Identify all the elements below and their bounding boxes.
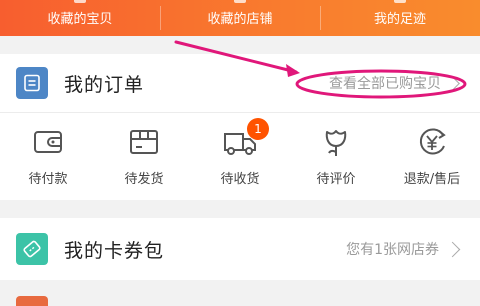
tab-label: 我的足迹 — [373, 12, 426, 27]
order-status-label: 待评价 — [316, 172, 356, 187]
orders-header[interactable]: 我的订单 查看全部已购宝贝 — [0, 54, 480, 113]
order-status-pending-shipment[interactable]: 待发货 — [96, 113, 192, 201]
flower-icon — [319, 126, 353, 158]
ticket-icon — [16, 233, 48, 265]
coupons-row[interactable]: 我的卡券包 您有1张网店券 — [0, 218, 480, 280]
order-status-label: 退款/售后 — [403, 172, 461, 187]
tab-label: 收藏的宝贝 — [47, 12, 113, 27]
order-status-pending-receipt[interactable]: 1 待收货 — [192, 113, 288, 201]
coupons-summary-label: 您有1张网店券 — [346, 242, 439, 258]
order-status-label: 待付款 — [28, 172, 68, 187]
package-icon — [127, 126, 161, 158]
chevron-right-icon — [444, 241, 461, 257]
truck-icon: 1 — [223, 118, 269, 158]
view-all-orders-link[interactable]: 查看全部已购宝贝 — [329, 73, 460, 93]
order-status-pending-review[interactable]: 待评价 — [288, 113, 384, 201]
order-status-pending-payment[interactable]: 待付款 — [0, 113, 96, 201]
orders-card: 我的订单 查看全部已购宝贝 待付款 待发货 1 待收货 待评价 退款/售后 — [0, 54, 480, 200]
tab-icon-stub — [234, 0, 246, 3]
wallet-icon — [31, 126, 65, 158]
order-list-icon — [16, 67, 48, 99]
refund-icon — [415, 126, 449, 158]
coupons-title: 我的卡券包 — [64, 239, 165, 262]
order-status-label: 待发货 — [124, 172, 164, 187]
chevron-right-icon — [447, 76, 460, 90]
tab-favorite-shops[interactable]: 收藏的店铺 — [160, 0, 320, 36]
order-status-grid: 待付款 待发货 1 待收货 待评价 退款/售后 — [0, 113, 480, 201]
view-all-orders-label: 查看全部已购宝贝 — [329, 76, 441, 92]
tab-favorite-items[interactable]: 收藏的宝贝 — [0, 0, 160, 36]
order-status-label: 待收货 — [220, 172, 260, 187]
pending-receipt-badge: 1 — [247, 118, 269, 140]
tab-icon-stub — [394, 0, 406, 3]
tab-icon-stub — [74, 0, 86, 3]
tab-label: 收藏的店铺 — [207, 12, 273, 27]
top-tab-bar: 收藏的宝贝 收藏的店铺 我的足迹 — [0, 0, 480, 36]
orders-title: 我的订单 — [64, 73, 145, 96]
next-row-icon — [16, 296, 48, 306]
tab-footprints[interactable]: 我的足迹 — [320, 0, 480, 36]
order-status-refund[interactable]: 退款/售后 — [384, 113, 480, 201]
coupons-summary[interactable]: 您有1张网店券 — [346, 239, 461, 259]
